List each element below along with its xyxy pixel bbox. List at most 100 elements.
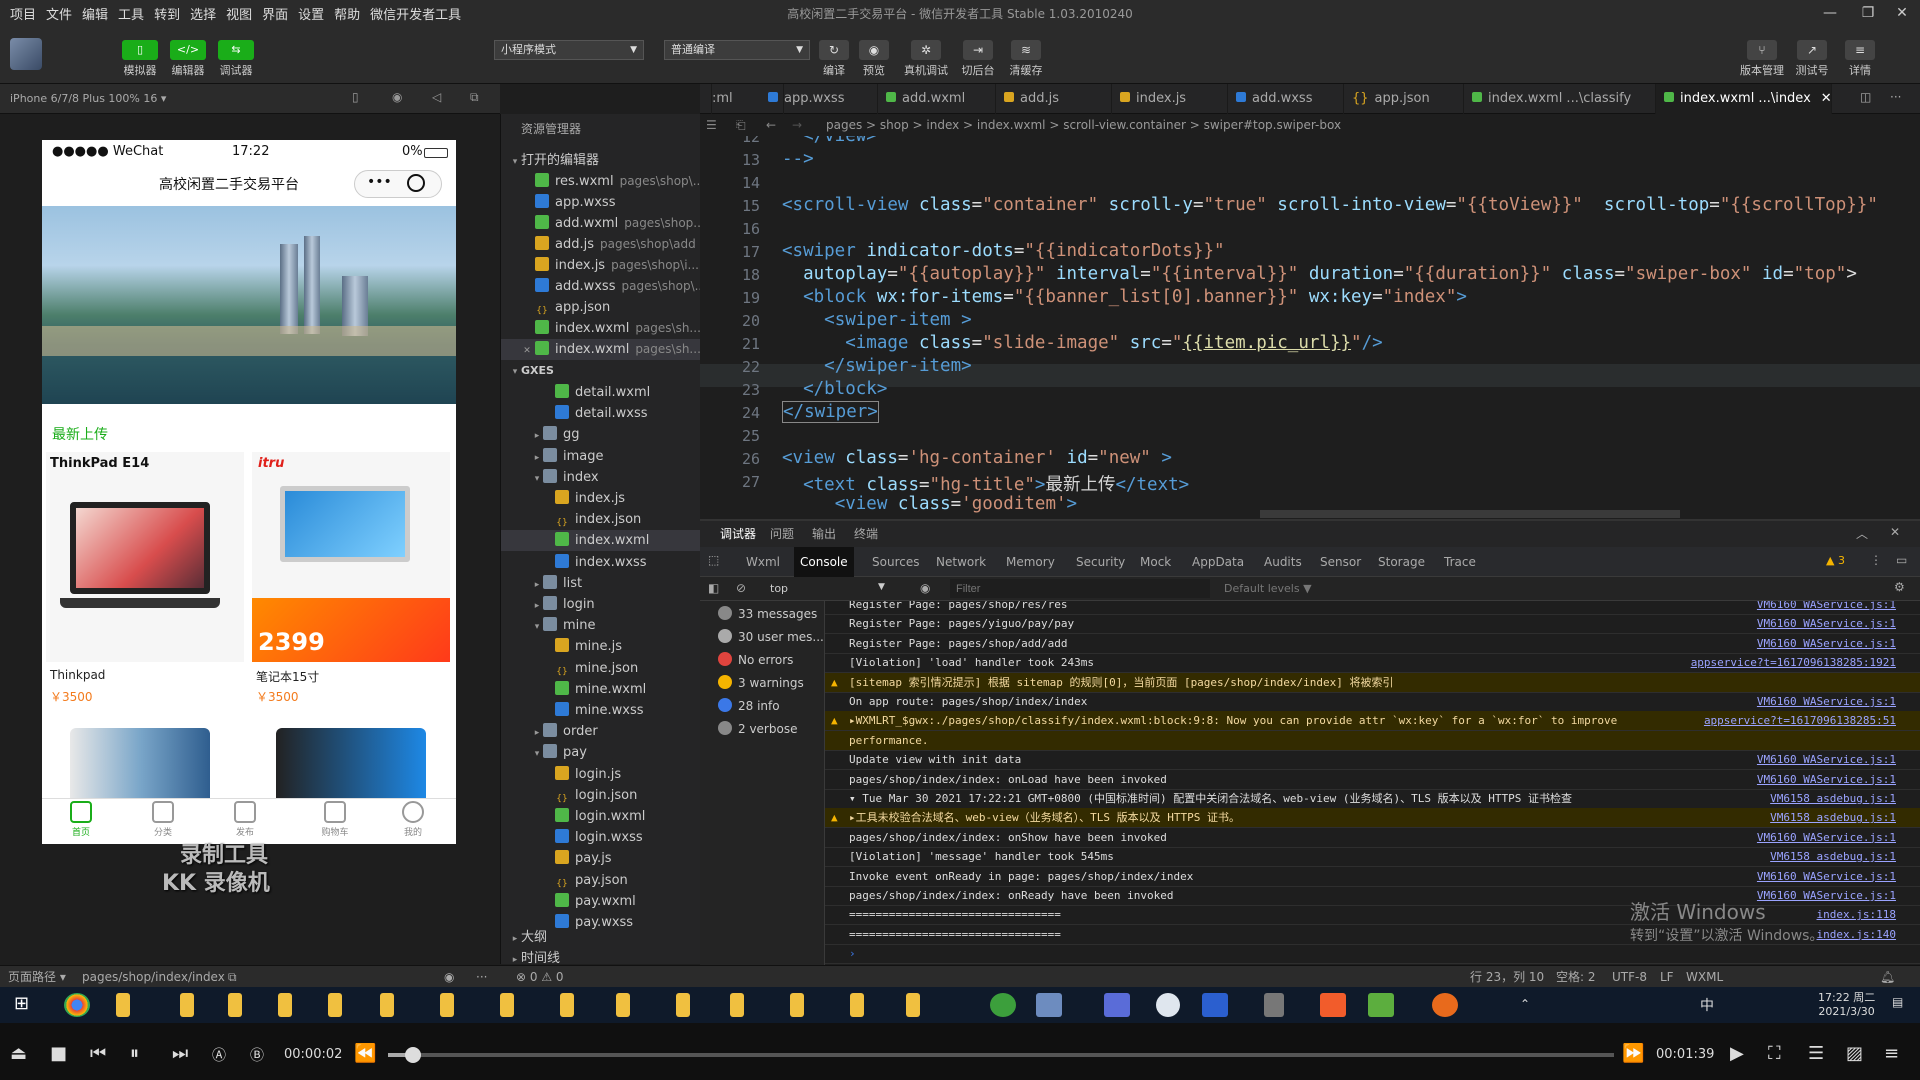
console-message[interactable]: ▲ [sitemap 索引情况提示] 根据 sitemap 的规则[0]，当前页面… bbox=[825, 672, 1920, 693]
code-editor[interactable]: 12 13 14 15 16 17 18 19 20 21 22 23 24 25 26 27 </view>… bbox=[700, 136, 1920, 519]
source-link[interactable]: appservice?t=1617096138285:1921 bbox=[1691, 653, 1896, 672]
menu-wechat-devtools[interactable]: 微信开发者工具 bbox=[370, 4, 461, 23]
banner-swiper[interactable] bbox=[42, 206, 456, 404]
indentation[interactable]: 空格: 2 bbox=[1556, 966, 1596, 988]
console-message[interactable]: Register Page: pages/yiguo/pay/pay VM6160… bbox=[825, 614, 1920, 635]
menu-goto[interactable]: 转到 bbox=[154, 4, 180, 23]
tab-output[interactable]: 输出 bbox=[806, 519, 842, 549]
page-path-select[interactable]: 页面路径 ▾ bbox=[8, 966, 66, 988]
wechat-devtools-icon[interactable] bbox=[990, 993, 1016, 1017]
menu-interface[interactable]: 界面 bbox=[262, 4, 288, 23]
play-icon[interactable]: ▶ bbox=[1730, 1043, 1744, 1064]
console-filter-input[interactable] bbox=[950, 579, 1210, 598]
tree-file[interactable]: pay.wxml bbox=[501, 891, 701, 912]
windows-start-icon[interactable]: ⊞ bbox=[14, 993, 29, 1014]
split-editor-icon[interactable]: ◫ bbox=[1860, 90, 1871, 104]
console-message[interactable]: ▲ ▸工具未校验合法域名、web-view（业务域名）、TLS 版本以及 HTT… bbox=[825, 808, 1920, 829]
tree-file[interactable]: index.wxss bbox=[501, 552, 701, 573]
tab-add-js[interactable]: add.js bbox=[996, 84, 1112, 114]
source-link[interactable]: VM6160 WAService.js:1 bbox=[1757, 750, 1896, 769]
tree-folder[interactable]: ▸ login bbox=[501, 594, 701, 615]
console-message[interactable]: Register Page: pages/shop/add/add VM6160 … bbox=[825, 634, 1920, 654]
console-message[interactable]: Invoke event onReady in page: pages/shop… bbox=[825, 867, 1920, 887]
goods-card-laptop15[interactable]: itru 2399 笔记本15寸 ￥3500 bbox=[252, 452, 450, 710]
console-message[interactable]: [Violation] 'load' handler took 243ms app… bbox=[825, 653, 1920, 674]
pause-icon[interactable]: ⏸ bbox=[130, 1043, 139, 1064]
console-message[interactable]: ▾ Tue Mar 30 2021 17:22:21 GMT+0800 (中国标… bbox=[825, 789, 1920, 809]
background-button[interactable]: ⇥ 切后台 bbox=[956, 40, 1000, 78]
folder-icon[interactable] bbox=[730, 993, 744, 1017]
tree-folder[interactable]: ▸ list bbox=[501, 573, 701, 594]
warning-count-badge[interactable]: ▲ 3 bbox=[1826, 554, 1845, 567]
maximize-icon[interactable]: ❐ bbox=[1850, 0, 1886, 26]
tab-classify-index-wxml[interactable]: index.wxml ...\classify bbox=[1464, 84, 1656, 114]
tab-mine[interactable]: 我的 bbox=[378, 801, 448, 838]
forward-icon[interactable]: → bbox=[792, 114, 802, 136]
device-select[interactable]: iPhone 6/7/8 Plus 100% 16 ▾ bbox=[10, 92, 166, 105]
source-link[interactable]: VM6160 WAService.js:1 bbox=[1757, 867, 1896, 886]
avatar[interactable] bbox=[10, 38, 42, 70]
levels-select[interactable]: Default levels ▼ bbox=[1224, 582, 1312, 595]
close-window-icon[interactable]: ✕ bbox=[1884, 0, 1920, 26]
console-message[interactable]: On app route: pages/shop/index/index VM61… bbox=[825, 692, 1920, 712]
encoding[interactable]: UTF-8 bbox=[1612, 966, 1647, 988]
mode-select[interactable]: 小程序模式 ▼ bbox=[494, 40, 644, 60]
preview-button[interactable]: ◉ 预览 bbox=[852, 40, 896, 78]
dock-icon[interactable]: ▭ bbox=[1896, 553, 1907, 567]
gear-icon[interactable]: ⚙ bbox=[1894, 580, 1905, 594]
ime-indicator[interactable]: 中 bbox=[1700, 995, 1714, 1015]
menu-view[interactable]: 视图 bbox=[226, 4, 252, 23]
tree-file[interactable]: {} index.json bbox=[501, 509, 701, 530]
bell-icon[interactable]: 🔔︎ bbox=[1880, 966, 1895, 988]
recorder-icon[interactable] bbox=[1432, 993, 1458, 1017]
source-link[interactable]: VM6158 asdebug.js:1 bbox=[1770, 789, 1896, 808]
problems-count[interactable]: ⊗ 0 ⚠ 0 bbox=[516, 966, 564, 988]
tree-file[interactable]: login.js bbox=[501, 764, 701, 785]
open-editors-section[interactable]: ▾ 打开的编辑器 bbox=[501, 150, 701, 171]
open-file[interactable]: add.wxml pages\shop... bbox=[501, 213, 701, 234]
console-message[interactable]: pages/shop/index/index: onLoad have been… bbox=[825, 770, 1920, 790]
seek-bar[interactable] bbox=[388, 1047, 1614, 1063]
tab-app-wxss[interactable]: app.wxss bbox=[760, 84, 878, 114]
folder-icon[interactable] bbox=[790, 993, 804, 1017]
source-link[interactable]: VM6160 WAService.js:1 bbox=[1757, 692, 1896, 711]
open-file[interactable]: {} app.json bbox=[501, 297, 701, 318]
menu-icon[interactable]: ≡ bbox=[1884, 1043, 1899, 1064]
notification-icon[interactable]: ▤ bbox=[1892, 995, 1903, 1009]
tree-file[interactable]: login.wxss bbox=[501, 827, 701, 848]
editor-button[interactable]: </> 编辑器 bbox=[168, 40, 208, 78]
folder-icon[interactable] bbox=[906, 993, 920, 1017]
inspect-icon[interactable]: ⬚ bbox=[708, 553, 719, 567]
list-icon[interactable]: ☰ bbox=[706, 114, 717, 136]
source-link[interactable]: VM6160 WAService.js:1 bbox=[1757, 770, 1896, 789]
source-link[interactable]: index.js:140 bbox=[1817, 925, 1896, 944]
tab-trace[interactable]: Trace bbox=[1438, 547, 1482, 577]
source-link[interactable]: VM6160 WAService.js:1 bbox=[1757, 601, 1896, 614]
tree-folder[interactable]: ▸ image bbox=[501, 446, 701, 467]
folder-icon[interactable] bbox=[380, 993, 394, 1017]
tab-app-json[interactable]: {} app.json bbox=[1344, 84, 1464, 114]
close-icon[interactable]: ✕ bbox=[1821, 91, 1832, 106]
tree-file[interactable]: detail.wxss bbox=[501, 403, 701, 424]
tree-folder[interactable]: ▾ mine bbox=[501, 615, 701, 636]
tab-appdata[interactable]: AppData bbox=[1186, 547, 1250, 577]
menu-edit[interactable]: 编辑 bbox=[82, 4, 108, 23]
eye-icon[interactable]: ◉ bbox=[444, 966, 454, 988]
tab-sources[interactable]: Sources bbox=[866, 547, 925, 577]
app-icon[interactable] bbox=[1104, 993, 1130, 1017]
console-message[interactable]: [Violation] 'message' handler took 545ms… bbox=[825, 847, 1920, 868]
tab-security[interactable]: Security bbox=[1070, 547, 1131, 577]
language-mode[interactable]: WXML bbox=[1686, 966, 1723, 988]
console-filter-item[interactable]: 28 info bbox=[700, 695, 825, 718]
tab-console[interactable]: Console bbox=[794, 547, 854, 577]
context-select[interactable]: top ▼ bbox=[770, 582, 890, 595]
eol[interactable]: LF bbox=[1660, 966, 1674, 988]
more-icon[interactable]: ··· bbox=[1890, 90, 1901, 104]
copy-icon[interactable]: ⧉ bbox=[228, 966, 237, 988]
cursor-position[interactable]: 行 23，列 10 bbox=[1470, 966, 1544, 988]
source-link[interactable]: index.js:118 bbox=[1817, 905, 1896, 924]
real-debug-button[interactable]: ✲ 真机调试 bbox=[904, 40, 948, 78]
settings-icon[interactable]: ☰ bbox=[1808, 1043, 1824, 1064]
folder-icon[interactable] bbox=[850, 993, 864, 1017]
source-link[interactable]: VM6158 asdebug.js:1 bbox=[1770, 847, 1896, 866]
